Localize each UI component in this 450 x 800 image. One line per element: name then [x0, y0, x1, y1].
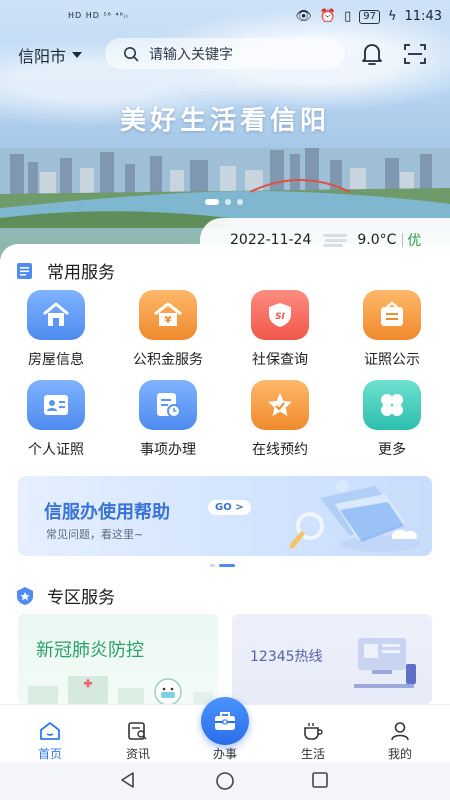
task-clock-icon — [139, 380, 197, 430]
news-icon — [128, 722, 147, 740]
bell-icon[interactable] — [361, 42, 383, 66]
star-icon — [251, 380, 309, 430]
network-indicators: HD HD ⁵⁶ ⁴⁶ᵢₗ — [68, 11, 129, 20]
weather-temperature: 9.0°C — [357, 232, 397, 248]
hospital-illustration — [28, 676, 213, 704]
tab-label: 我的 — [387, 747, 412, 761]
banner-pagination — [205, 199, 243, 205]
clock: 11:43 — [404, 9, 442, 24]
vibrate-icon: ▯ — [344, 9, 352, 24]
tab-label: 办事 — [212, 747, 237, 761]
service-label: 个人证照 — [28, 442, 84, 458]
help-subtitle: 常见问题，看这里~ — [46, 528, 144, 541]
service-label: 社保查询 — [252, 352, 308, 368]
city-name: 信阳市 — [18, 47, 67, 66]
service-more[interactable]: 更多 — [336, 380, 448, 459]
house-icon — [27, 290, 85, 340]
home-circle-icon[interactable] — [214, 770, 236, 792]
tab-news[interactable]: 资讯 — [93, 705, 183, 762]
city-selector[interactable]: 信阳市 — [18, 43, 83, 67]
back-icon[interactable] — [118, 770, 138, 790]
help-title: 信服办使用帮助 — [44, 502, 170, 523]
service-house-info[interactable]: 房屋信息 — [0, 290, 112, 369]
banner-dot — [225, 199, 231, 205]
service-label: 更多 — [378, 442, 406, 458]
section-title: 专区服务 — [47, 588, 115, 608]
banner-slogan: 美好生活看信阳 — [119, 106, 330, 136]
scan-icon[interactable] — [403, 42, 427, 66]
service-matter-handling[interactable]: 事项办理 — [112, 380, 224, 459]
banner-dot — [237, 199, 243, 205]
fund-house-icon: ¥ — [139, 290, 197, 340]
service-label: 证照公示 — [364, 352, 420, 368]
tab-life[interactable]: 生活 — [268, 705, 358, 762]
service-personal-license[interactable]: 个人证照 — [0, 380, 112, 459]
home-icon — [40, 722, 60, 740]
weather-widget[interactable]: 2022-11-24 9.0°C 优 — [200, 218, 450, 262]
go-button[interactable]: GO > — [208, 500, 251, 515]
service-provident-fund[interactable]: ¥ 公积金服务 — [112, 290, 224, 369]
page-dot — [210, 564, 215, 567]
help-pagination — [210, 564, 235, 567]
id-card-icon — [27, 380, 85, 430]
more-grid-icon — [363, 380, 421, 430]
services-center-button[interactable] — [201, 697, 249, 745]
tab-label: 资讯 — [125, 747, 150, 761]
section-title: 常用服务 — [47, 263, 115, 283]
search-icon — [124, 46, 139, 61]
svg-text:¥: ¥ — [165, 315, 172, 326]
briefcase-icon — [215, 712, 235, 730]
tab-home[interactable]: 首页 — [5, 705, 95, 762]
page-dot — [219, 564, 235, 567]
recents-square-icon[interactable] — [311, 771, 329, 789]
card-covid-prevention[interactable]: 新冠肺炎防控 — [18, 614, 218, 704]
cloudy-weather-icon — [323, 234, 348, 247]
caret-down-icon — [72, 52, 83, 58]
section-special-services: 专区服务 — [15, 583, 115, 608]
service-social-security[interactable]: SI 社保查询 — [224, 290, 336, 369]
weather-divider — [402, 233, 404, 247]
document-icon — [17, 262, 32, 279]
banner-dot — [205, 199, 219, 205]
status-bar: HD HD ⁵⁶ ⁴⁶ᵢₗ 👁 ⏰ ▯ 97 ϟ 11:43 — [0, 9, 450, 29]
system-nav-bar — [0, 762, 450, 800]
svg-text:SI: SI — [275, 312, 285, 322]
service-online-booking[interactable]: 在线预约 — [224, 380, 336, 459]
card-title: 新冠肺炎防控 — [36, 640, 144, 661]
air-quality-badge: 优 — [407, 233, 422, 249]
city-skyline-image[interactable] — [0, 148, 450, 228]
certificate-board-icon — [363, 290, 421, 340]
alarm-icon: ⏰ — [319, 9, 337, 24]
tab-label: 生活 — [300, 747, 325, 761]
service-desk-illustration — [354, 638, 416, 688]
eye-icon: 👁 — [295, 9, 312, 24]
help-banner[interactable]: 信服办使用帮助 GO > 常见问题，看这里~ — [18, 476, 432, 556]
weather-date: 2022-11-24 — [230, 232, 312, 248]
tab-mine[interactable]: 我的 — [355, 705, 445, 762]
search-placeholder: 请输入关键字 — [149, 46, 233, 63]
card-12345-hotline[interactable]: 12345热线 — [232, 614, 432, 704]
service-label: 房屋信息 — [28, 352, 84, 368]
card-title: 12345热线 — [250, 649, 323, 665]
service-label: 事项办理 — [140, 442, 196, 458]
social-security-icon: SI — [251, 290, 309, 340]
top-bar: 信阳市 请输入关键字 — [0, 38, 450, 70]
charging-icon: ϟ — [387, 9, 397, 24]
coffee-cup-icon — [304, 723, 323, 740]
service-label: 在线预约 — [252, 442, 308, 458]
section-common-services: 常用服务 — [15, 258, 115, 283]
tab-label: 首页 — [37, 747, 62, 761]
search-bar[interactable]: 请输入关键字 — [105, 38, 345, 69]
folder-magnifier-illustration — [289, 480, 420, 552]
service-label: 公积金服务 — [133, 352, 203, 368]
battery-indicator: 97 — [359, 9, 380, 24]
user-icon — [391, 722, 409, 741]
service-certificate-notice[interactable]: 证照公示 — [336, 290, 448, 369]
badge-star-icon — [17, 586, 33, 605]
